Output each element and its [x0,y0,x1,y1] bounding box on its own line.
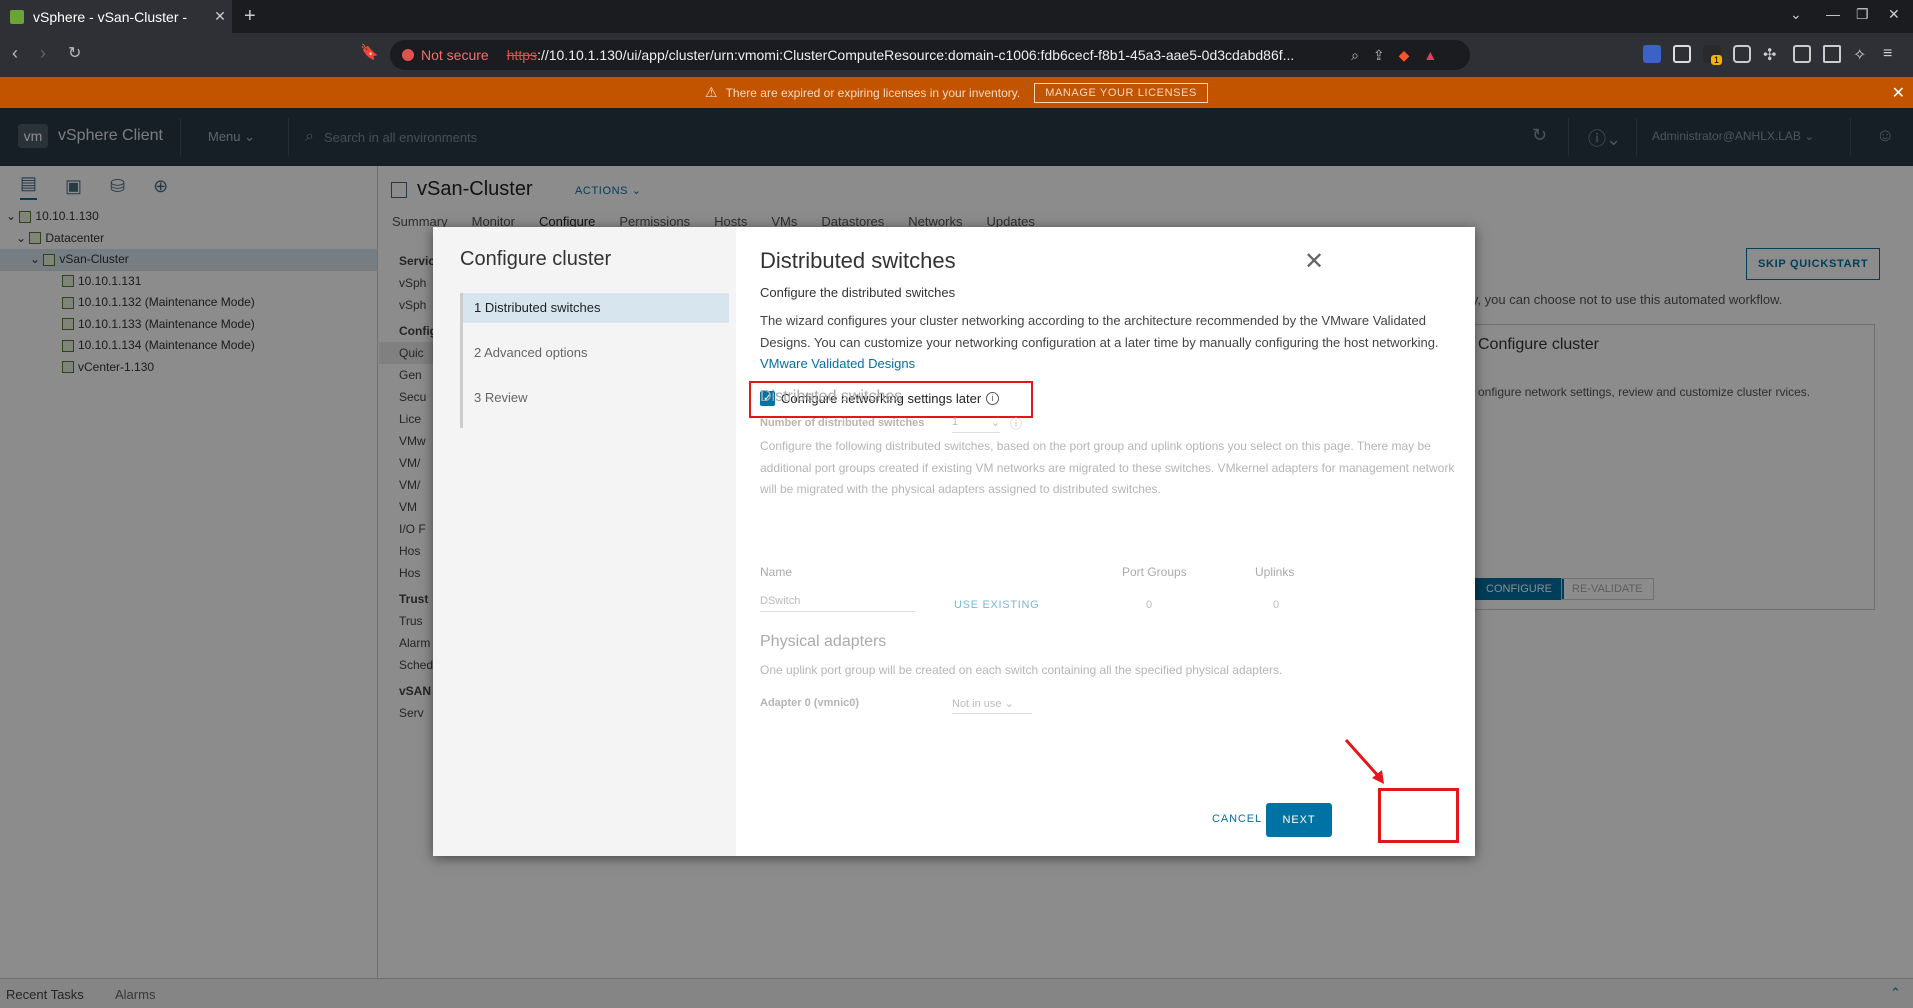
adapter-select[interactable]: Not in use ⌄ [952,697,1032,714]
step-subtitle: Configure the distributed switches [760,285,956,300]
ds-name-input[interactable]: DSwitch [760,595,915,612]
extension-badge: 1 [1711,55,1723,65]
wizard-steps-panel: Configure cluster 1 Distributed switches… [433,227,736,856]
url-scheme: https [506,47,538,63]
extension-icon[interactable]: 1 [1703,45,1723,65]
manage-licenses-button[interactable]: MANAGE YOUR LICENSES [1034,82,1208,103]
step-review[interactable]: 3 Review [463,383,729,413]
section-physical-adapters: Physical adapters [760,633,887,650]
brave-shields-icon[interactable]: ◆ [1399,47,1410,64]
col-name: Name [760,565,793,579]
adapter-value: Not in use [952,698,1002,710]
new-tab-icon[interactable]: + [244,5,256,28]
minimize-icon[interactable]: — [1826,6,1840,22]
close-window-icon[interactable]: ✕ [1888,6,1900,23]
pa-description: One uplink port group will be created on… [760,663,1283,677]
warning-icon [402,49,414,61]
license-banner: ⚠ There are expired or expiring licenses… [0,77,1913,108]
forward-icon[interactable]: › [40,43,46,64]
reload-icon[interactable]: ↻ [68,43,81,63]
maximize-icon[interactable]: ❐ [1856,6,1869,23]
wizard-steps: 1 Distributed switches 2 Advanced option… [460,293,729,428]
license-banner-text: There are expired or expiring licenses i… [725,85,1021,100]
section-distributed-switches: Distributed switches [760,388,903,405]
info-icon[interactable]: ⓘ [1010,415,1022,432]
vmware-validated-designs-link[interactable]: VMware Validated Designs [760,356,915,371]
next-button[interactable]: NEXT [1266,803,1332,837]
extension-icon[interactable] [1643,45,1661,63]
vsphere-favicon-icon [10,9,24,24]
browser-tab[interactable]: vSphere - vSan-Cluster - ✕ [0,0,232,33]
configure-cluster-dialog: Configure cluster 1 Distributed switches… [433,227,1475,856]
close-banner-icon[interactable]: ✕ [1892,83,1905,103]
step-description: The wizard configures your cluster netwo… [760,310,1450,375]
tab-list-chevron-icon[interactable]: ⌄ [1790,6,1802,23]
bookmark-icon[interactable]: 🔖 [360,43,379,61]
menu-icon[interactable]: ≡ [1883,45,1901,63]
puzzle-icon[interactable]: ✣ [1763,45,1781,64]
close-dialog-icon[interactable]: ✕ [1304,247,1324,276]
share-icon[interactable]: ⇪ [1373,47,1385,64]
wallet-icon[interactable] [1823,45,1841,63]
arrow-line [1344,738,1382,780]
cancel-button[interactable]: CANCEL [1212,813,1262,825]
description-text: The wizard configures your cluster netwo… [760,313,1439,350]
close-tab-icon[interactable]: ✕ [208,8,232,25]
tab-title: vSphere - vSan-Cluster - [33,8,188,25]
col-uplinks: Uplinks [1255,565,1295,579]
not-secure-label[interactable]: Not secure [421,47,489,63]
step-distributed-switches[interactable]: 1 Distributed switches [463,293,729,323]
address-bar-row: ‹ › ↻ 🔖 Not secure https ://10.10.1.130/… [0,33,1913,77]
brave-rewards-icon[interactable]: ▲ [1423,47,1437,63]
port-groups-value: 0 [1146,599,1153,611]
adapter-label: Adapter 0 (vmnic0) [760,697,860,709]
highlight-box [1378,788,1459,843]
chevron-down-icon: ⌄ [990,417,1000,429]
camera-icon[interactable] [1733,45,1751,63]
col-port-groups: Port Groups [1122,565,1187,579]
sidebar-icon[interactable] [1793,45,1811,63]
qr-code-icon[interactable] [1673,45,1691,63]
use-existing-button[interactable]: USE EXISTING [954,599,1039,611]
leo-ai-icon[interactable]: ✧ [1853,45,1871,64]
uplinks-value: 0 [1273,599,1280,611]
step-title: Distributed switches [760,248,956,273]
wizard-title: Configure cluster [460,248,612,270]
url-text: ://10.10.1.130/ui/app/cluster/urn:vmomi:… [537,47,1295,63]
num-ds-select[interactable]: 1 ⌄ [952,416,1000,433]
num-ds-value: 1 [952,416,959,428]
warning-triangle-icon: ⚠ [705,84,718,100]
ds-description: Configure the following distributed swit… [760,439,1455,496]
red-arrow-annotation [1344,738,1384,784]
zoom-icon[interactable]: ⌕ [1351,47,1359,64]
step-advanced-options[interactable]: 2 Advanced options [463,338,729,368]
browser-tab-bar: vSphere - vSan-Cluster - ✕ + ⌄ — ❐ ✕ [0,0,1913,33]
num-ds-label: Number of distributed switches [760,417,925,429]
url-field[interactable]: Not secure https ://10.10.1.130/ui/app/c… [390,40,1470,70]
back-icon[interactable]: ‹ [12,43,18,64]
